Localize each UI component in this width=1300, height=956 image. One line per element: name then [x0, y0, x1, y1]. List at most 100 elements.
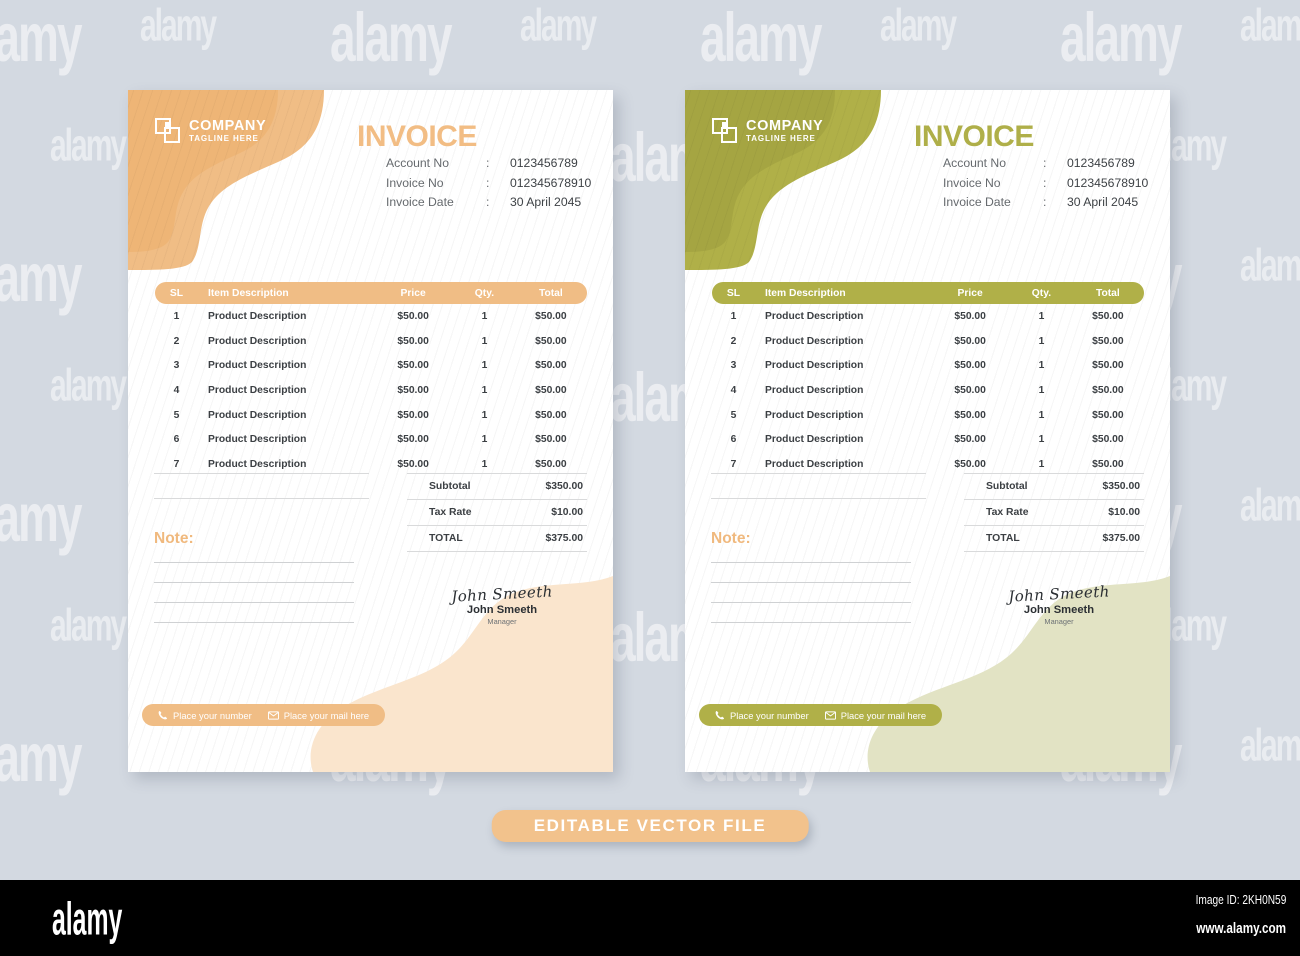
col-header-desc: Item Description — [207, 287, 289, 299]
note-line[interactable] — [711, 582, 911, 583]
invoice-stage: COMPANY TAGLINE HERE INVOICE Account No … — [0, 0, 1300, 880]
meta-row: Invoice Date : 30 April 2045 — [943, 195, 1148, 209]
note-line[interactable] — [154, 622, 354, 623]
company-name: COMPANY — [746, 117, 824, 134]
table-header-row: SL Item Description Price Qty. Total — [155, 282, 587, 304]
note-heading: Note: — [711, 530, 751, 547]
table-row: 6 Product Description $50.00 1 $50.00 — [712, 427, 1144, 452]
contact-phone-label: Place your number — [173, 709, 252, 721]
contact-mail-label: Place your mail here — [840, 709, 927, 721]
cell-price: $50.00 — [954, 384, 986, 396]
cell-price: $50.00 — [954, 310, 986, 322]
cell-sl: 2 — [173, 335, 180, 347]
table-row: 3 Product Description $50.00 1 $50.00 — [712, 353, 1144, 378]
cell-desc: Product Description — [207, 335, 307, 347]
totals-label: Tax Rate — [986, 507, 1029, 518]
contact-phone-label: Place your number — [730, 709, 809, 721]
note-line[interactable] — [711, 602, 911, 603]
totals-value: $10.00 — [1108, 507, 1140, 518]
col-header-desc: Item Description — [764, 287, 846, 299]
company-name: COMPANY — [189, 117, 267, 134]
editable-vector-banner: EDITABLE VECTOR FILE — [491, 810, 809, 842]
contact-phone[interactable]: Place your number — [715, 710, 809, 721]
cell-price: $50.00 — [397, 335, 429, 347]
signature-name: John Smeeth — [1023, 604, 1095, 616]
cell-qty: 1 — [1038, 458, 1045, 470]
cell-qty: 1 — [481, 335, 488, 347]
col-header-total: Total — [538, 287, 563, 299]
note-divider-second — [154, 498, 369, 499]
cell-total: $50.00 — [535, 360, 567, 372]
meta-row: Account No : 0123456789 — [943, 156, 1148, 170]
cell-sl: 1 — [173, 310, 180, 322]
company-logo-green[interactable]: COMPANY TAGLINE HERE — [712, 118, 823, 144]
totals-row-tax: Tax Rate $10.00 — [964, 500, 1144, 526]
note-section-orange: Note: — [154, 530, 354, 642]
cell-desc: Product Description — [764, 335, 864, 347]
totals-label: Subtotal — [429, 481, 471, 492]
meta-colon: : — [1043, 175, 1047, 190]
table-row: 1 Product Description $50.00 1 $50.00 — [155, 304, 587, 329]
table-body: 1 Product Description $50.00 1 $50.00 2 Produc… — [155, 304, 587, 477]
cell-qty: 1 — [1038, 384, 1045, 396]
signature-script: John Smeeth — [450, 582, 554, 606]
note-divider-top — [154, 473, 369, 474]
meta-value: 0123456789 — [1067, 156, 1135, 170]
note-line[interactable] — [711, 622, 911, 623]
note-line[interactable] — [154, 562, 354, 563]
totals-value: $375.00 — [1102, 533, 1140, 544]
phone-icon — [715, 710, 725, 720]
meta-key: Invoice No — [386, 175, 444, 190]
cell-total: $50.00 — [535, 384, 567, 396]
top-blob-decor — [685, 90, 881, 270]
cell-total: $50.00 — [535, 409, 567, 421]
cell-desc: Product Description — [764, 434, 864, 446]
meta-row: Invoice No : 012345678910 — [386, 176, 591, 190]
company-logo-orange[interactable]: COMPANY TAGLINE HERE — [155, 118, 266, 144]
cell-total: $50.00 — [1092, 335, 1124, 347]
note-divider-second — [711, 498, 926, 499]
cell-total: $50.00 — [1092, 409, 1124, 421]
contact-mail-label: Place your mail here — [283, 709, 370, 721]
alamy-url: www.alamy.com — [1196, 920, 1286, 937]
contact-phone[interactable]: Place your number — [158, 710, 252, 721]
cell-qty: 1 — [1038, 310, 1045, 322]
invoice-title-green: INVOICE — [914, 120, 1034, 153]
contact-mail[interactable]: Place your mail here — [267, 709, 370, 721]
meta-value: 30 April 2045 — [510, 195, 582, 209]
col-header-qty: Qty. — [1031, 287, 1052, 299]
note-line[interactable] — [711, 562, 911, 563]
meta-colon: : — [486, 175, 490, 190]
meta-key: Invoice Date — [943, 195, 1011, 209]
contact-mail[interactable]: Place your mail here — [824, 709, 927, 721]
cell-total: $50.00 — [1092, 310, 1124, 322]
cell-sl: 6 — [173, 434, 180, 446]
meta-colon: : — [1043, 156, 1047, 170]
note-line[interactable] — [154, 582, 354, 583]
cell-total: $50.00 — [1092, 434, 1124, 446]
meta-colon: : — [486, 156, 490, 170]
totals-green: Subtotal $350.00 Tax Rate $10.00 TOTAL $… — [964, 473, 1144, 552]
cell-desc: Product Description — [207, 310, 307, 322]
meta-row: Invoice Date : 30 April 2045 — [386, 195, 591, 209]
signature-role: Manager — [1044, 617, 1074, 626]
cell-sl: 5 — [730, 409, 737, 421]
cell-desc: Product Description — [207, 434, 307, 446]
totals-value: $375.00 — [545, 533, 583, 544]
cell-total: $50.00 — [535, 434, 567, 446]
contact-bar-orange: Place your number Place your mail here — [142, 704, 386, 726]
cell-sl: 7 — [730, 458, 737, 470]
meta-row: Account No : 0123456789 — [386, 156, 591, 170]
col-header-price: Price — [957, 287, 983, 299]
cell-price: $50.00 — [397, 310, 429, 322]
cell-desc: Product Description — [207, 360, 307, 372]
meta-key: Invoice Date — [386, 195, 454, 209]
mail-icon — [824, 710, 836, 720]
cell-sl: 3 — [173, 360, 180, 372]
col-header-sl: SL — [169, 287, 184, 299]
cell-price: $50.00 — [954, 434, 986, 446]
cell-total: $50.00 — [535, 458, 567, 470]
note-line[interactable] — [154, 602, 354, 603]
cell-desc: Product Description — [207, 458, 307, 470]
cell-qty: 1 — [1038, 434, 1045, 446]
